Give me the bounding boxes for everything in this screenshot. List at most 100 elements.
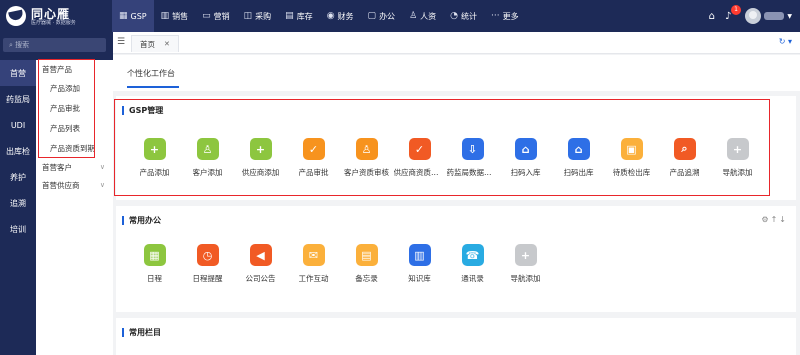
columns-card-title: 常用栏目 xyxy=(122,328,161,337)
nav-item-label: 更多 xyxy=(502,11,519,21)
workspace-tabs: 个性化工作台 xyxy=(113,55,800,91)
app-label: 导航添加 xyxy=(510,274,541,283)
office-card: 常用办公 ⚙↑↓ ▦ 日程 ◷ 日程提醒 ◀ 公司公告 ✉ 工作互动 ▤ 备忘录 ▥ 知识库 ☎ 通讯录 +… xyxy=(116,206,796,312)
nav-item-label: 营销 xyxy=(213,11,230,21)
tab-home[interactable]: 首页 ✕ xyxy=(131,35,179,52)
calendar-icon: ▦ xyxy=(143,244,166,266)
primary-menu: 首营 药监局 UDI 出库检 养护 追溯 培训 xyxy=(0,60,36,355)
brand-logo[interactable]: 同心雁 医疗器械 · 数据服务 xyxy=(6,4,106,28)
contacts-icon: ☎ xyxy=(461,244,484,266)
gear-icon[interactable]: ⚙ xyxy=(761,215,770,224)
home-icon[interactable]: ⌂ xyxy=(709,11,715,22)
nav-item-7[interactable]: ♙ 人资 xyxy=(402,0,443,32)
sidebar-item-1[interactable]: 药监局 xyxy=(0,86,36,112)
sidebar-item-6[interactable]: 培训 xyxy=(0,216,36,242)
chevron-down-icon[interactable]: ▼ xyxy=(787,13,792,20)
sidebar-item-5[interactable]: 追溯 xyxy=(0,190,36,216)
tab-home-label: 首页 xyxy=(140,39,155,49)
office-app-2[interactable]: ◀ 公司公告 xyxy=(234,244,287,284)
nav-item-label: GSP xyxy=(130,11,147,21)
user-name-redacted[interactable] xyxy=(764,12,785,20)
card-tools: ⚙↑↓ xyxy=(761,215,788,224)
sidebar-item-4[interactable]: 养护 xyxy=(0,164,36,190)
warehouse-icon: ▤ xyxy=(285,11,294,21)
nav-item-label: 采购 xyxy=(255,11,272,21)
arrow-up-icon[interactable]: ↑ xyxy=(771,215,780,224)
sidebar-item-3[interactable]: 出库检 xyxy=(0,138,36,164)
tab-bar: ☰ 首页 ✕ ↻ ▾ xyxy=(113,32,800,54)
brand-subtitle: 医疗器械 · 数据服务 xyxy=(31,20,76,26)
highlight-box-menu xyxy=(38,59,95,158)
tab-personal-workspace[interactable]: 个性化工作台 xyxy=(127,68,175,79)
highlight-box-gsp xyxy=(114,99,770,196)
top-navbar: 同心雁 医疗器械 · 数据服务 ▦ GSP ▥ 销售 ▭ 营销 ◫ 采购 ▤ 库存 ◉ 财务 ▢ 办公 ♙ 人… xyxy=(0,0,800,32)
app-label: 日程提醒 xyxy=(192,274,223,283)
app-label: 工作互动 xyxy=(298,274,329,283)
nav-item-label: 人资 xyxy=(420,11,437,21)
refresh-icon[interactable]: ↻ ▾ xyxy=(779,37,792,46)
app-label: 日程 xyxy=(147,274,162,283)
app-label: 知识库 xyxy=(408,274,431,283)
search-placeholder: 搜索 xyxy=(15,41,30,49)
nav-item-9[interactable]: ··· 更多 xyxy=(484,0,526,32)
memo-icon: ▤ xyxy=(355,244,378,266)
nav-item-0[interactable]: ▦ GSP xyxy=(112,0,154,32)
nav-item-2[interactable]: ▭ 营销 xyxy=(195,0,237,32)
megaphone-icon: ▭ xyxy=(202,11,211,21)
office-app-1[interactable]: ◷ 日程提醒 xyxy=(181,244,234,284)
sidebar-item-0[interactable]: 首营 xyxy=(0,60,36,86)
office-app-0[interactable]: ▦ 日程 xyxy=(128,244,181,284)
interaction-icon: ✉ xyxy=(302,244,325,266)
nav-item-3[interactable]: ◫ 采购 xyxy=(237,0,279,32)
bell-icon[interactable]: ♪ 1 xyxy=(725,4,741,22)
office-app-3[interactable]: ✉ 工作互动 xyxy=(287,244,340,284)
cart-icon: ◫ xyxy=(243,11,253,21)
menu-group-2[interactable]: 首营供应商 ∨ xyxy=(36,176,113,194)
office-app-5[interactable]: ▥ 知识库 xyxy=(393,244,446,284)
office-app-4[interactable]: ▤ 备忘录 xyxy=(340,244,393,284)
nav-item-label: 财务 xyxy=(337,11,354,21)
module-nav: ▦ GSP ▥ 销售 ▭ 营销 ◫ 采购 ▤ 库存 ◉ 财务 ▢ 办公 ♙ 人资 ◔ 统计 ··· 更多 xyxy=(112,0,526,32)
arrow-down-icon[interactable]: ↓ xyxy=(779,215,788,224)
menu-group-label: 首营客户 xyxy=(42,162,72,172)
nav-add-icon: + xyxy=(514,244,537,266)
app-label: 通讯录 xyxy=(461,274,484,283)
logo-icon xyxy=(6,6,26,26)
app-label: 备忘录 xyxy=(355,274,378,283)
reminder-icon: ◷ xyxy=(196,244,219,266)
announcement-icon: ◀ xyxy=(249,244,272,266)
sidebar-search-input[interactable]: ⌕ 搜索 xyxy=(3,38,106,52)
app-label: 公司公告 xyxy=(245,274,276,283)
knowledge-icon: ▥ xyxy=(408,244,431,266)
stats-icon: ◔ xyxy=(450,11,458,21)
chevron-down-icon: ∨ xyxy=(99,163,105,171)
office-app-6[interactable]: ☎ 通讯录 xyxy=(446,244,499,284)
nav-item-label: 销售 xyxy=(172,11,189,21)
menu-group-1[interactable]: 首营客户 ∨ xyxy=(36,158,113,176)
nav-item-5[interactable]: ◉ 财务 xyxy=(320,0,361,32)
grid-icon: ▦ xyxy=(119,11,128,21)
active-tab-indicator xyxy=(127,86,179,88)
chevron-down-icon: ∨ xyxy=(99,181,105,189)
briefcase-icon: ▢ xyxy=(367,11,377,21)
avatar[interactable] xyxy=(745,8,762,24)
sidebar-item-2[interactable]: UDI xyxy=(0,112,36,138)
nav-item-label: 办公 xyxy=(379,11,396,21)
nav-item-label: 库存 xyxy=(296,11,313,21)
more-icon: ··· xyxy=(491,11,500,21)
person-icon: ♙ xyxy=(409,11,418,21)
office-card-title: 常用办公 xyxy=(122,216,161,225)
office-app-grid: ▦ 日程 ◷ 日程提醒 ◀ 公司公告 ✉ 工作互动 ▤ 备忘录 ▥ 知识库 ☎ 通讯录 + 导航添加 xyxy=(128,244,552,284)
office-app-7[interactable]: + 导航添加 xyxy=(499,244,552,284)
close-icon[interactable]: ✕ xyxy=(164,40,170,48)
collapse-menu-icon[interactable]: ☰ xyxy=(117,37,125,47)
finance-icon: ◉ xyxy=(326,11,335,21)
notification-badge: 1 xyxy=(730,4,741,15)
nav-item-6[interactable]: ▢ 办公 xyxy=(361,0,403,32)
nav-item-1[interactable]: ▥ 销售 xyxy=(154,0,196,32)
columns-card: 常用栏目 xyxy=(116,318,796,355)
top-right-tools: ⌂ ♪ 1 ▼ xyxy=(699,0,792,32)
nav-item-8[interactable]: ◔ 统计 xyxy=(443,0,484,32)
nav-item-4[interactable]: ▤ 库存 xyxy=(278,0,320,32)
menu-group-label: 首营供应商 xyxy=(42,180,80,190)
